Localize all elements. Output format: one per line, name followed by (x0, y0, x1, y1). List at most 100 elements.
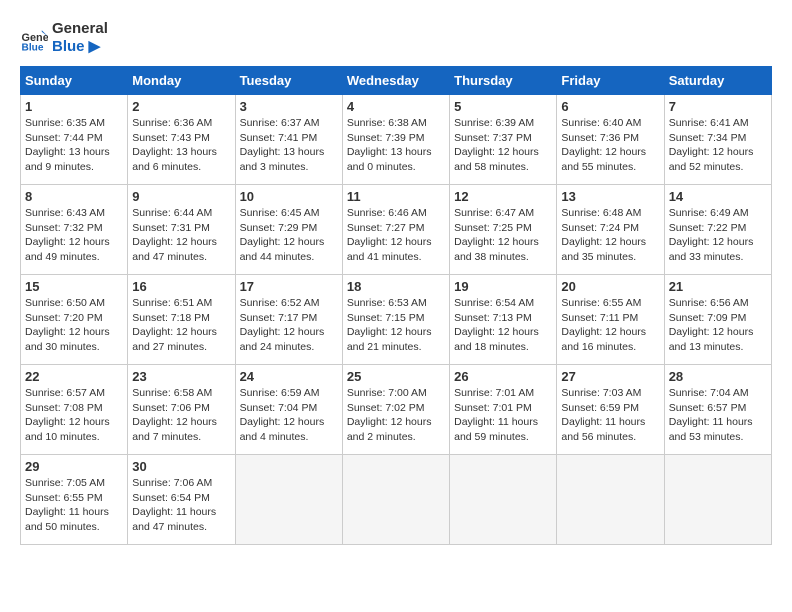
calendar-cell: 2 Sunrise: 6:36 AM Sunset: 7:43 PM Dayli… (128, 95, 235, 185)
weekday-header: Tuesday (235, 67, 342, 95)
day-number: 23 (132, 369, 230, 384)
weekday-header: Saturday (664, 67, 771, 95)
calendar-table: SundayMondayTuesdayWednesdayThursdayFrid… (20, 66, 772, 545)
calendar-cell: 4 Sunrise: 6:38 AM Sunset: 7:39 PM Dayli… (342, 95, 449, 185)
calendar-cell: 23 Sunrise: 6:58 AM Sunset: 7:06 PM Dayl… (128, 365, 235, 455)
day-info: Sunrise: 6:49 AM Sunset: 7:22 PM Dayligh… (669, 206, 767, 265)
logo-general: General (52, 20, 108, 38)
day-info: Sunrise: 6:53 AM Sunset: 7:15 PM Dayligh… (347, 296, 445, 355)
day-info: Sunrise: 6:46 AM Sunset: 7:27 PM Dayligh… (347, 206, 445, 265)
calendar-cell: 7 Sunrise: 6:41 AM Sunset: 7:34 PM Dayli… (664, 95, 771, 185)
calendar-week-row: 22 Sunrise: 6:57 AM Sunset: 7:08 PM Dayl… (21, 365, 772, 455)
day-info: Sunrise: 6:43 AM Sunset: 7:32 PM Dayligh… (25, 206, 123, 265)
calendar-cell: 3 Sunrise: 6:37 AM Sunset: 7:41 PM Dayli… (235, 95, 342, 185)
calendar-cell: 19 Sunrise: 6:54 AM Sunset: 7:13 PM Dayl… (450, 275, 557, 365)
calendar-cell (664, 455, 771, 545)
calendar-cell: 27 Sunrise: 7:03 AM Sunset: 6:59 PM Dayl… (557, 365, 664, 455)
day-number: 17 (240, 279, 338, 294)
calendar-cell (342, 455, 449, 545)
calendar-cell: 28 Sunrise: 7:04 AM Sunset: 6:57 PM Dayl… (664, 365, 771, 455)
day-info: Sunrise: 6:41 AM Sunset: 7:34 PM Dayligh… (669, 116, 767, 175)
day-number: 4 (347, 99, 445, 114)
calendar-cell: 16 Sunrise: 6:51 AM Sunset: 7:18 PM Dayl… (128, 275, 235, 365)
day-number: 14 (669, 189, 767, 204)
calendar-header: SundayMondayTuesdayWednesdayThursdayFrid… (21, 67, 772, 95)
calendar-cell (450, 455, 557, 545)
calendar-cell: 6 Sunrise: 6:40 AM Sunset: 7:36 PM Dayli… (557, 95, 664, 185)
day-number: 28 (669, 369, 767, 384)
day-number: 13 (561, 189, 659, 204)
calendar-cell: 12 Sunrise: 6:47 AM Sunset: 7:25 PM Dayl… (450, 185, 557, 275)
weekday-header: Monday (128, 67, 235, 95)
calendar-cell: 15 Sunrise: 6:50 AM Sunset: 7:20 PM Dayl… (21, 275, 128, 365)
day-number: 5 (454, 99, 552, 114)
day-number: 26 (454, 369, 552, 384)
day-info: Sunrise: 7:03 AM Sunset: 6:59 PM Dayligh… (561, 386, 659, 445)
day-info: Sunrise: 6:57 AM Sunset: 7:08 PM Dayligh… (25, 386, 123, 445)
day-number: 25 (347, 369, 445, 384)
calendar-cell: 20 Sunrise: 6:55 AM Sunset: 7:11 PM Dayl… (557, 275, 664, 365)
logo: General Blue General Blue ▶ (20, 20, 108, 56)
calendar-cell: 17 Sunrise: 6:52 AM Sunset: 7:17 PM Dayl… (235, 275, 342, 365)
day-number: 15 (25, 279, 123, 294)
day-number: 7 (669, 99, 767, 114)
day-number: 16 (132, 279, 230, 294)
day-info: Sunrise: 6:52 AM Sunset: 7:17 PM Dayligh… (240, 296, 338, 355)
day-number: 8 (25, 189, 123, 204)
day-number: 9 (132, 189, 230, 204)
day-number: 22 (25, 369, 123, 384)
day-info: Sunrise: 6:40 AM Sunset: 7:36 PM Dayligh… (561, 116, 659, 175)
calendar-cell: 1 Sunrise: 6:35 AM Sunset: 7:44 PM Dayli… (21, 95, 128, 185)
day-info: Sunrise: 7:04 AM Sunset: 6:57 PM Dayligh… (669, 386, 767, 445)
day-info: Sunrise: 7:01 AM Sunset: 7:01 PM Dayligh… (454, 386, 552, 445)
day-info: Sunrise: 6:39 AM Sunset: 7:37 PM Dayligh… (454, 116, 552, 175)
calendar-cell: 21 Sunrise: 6:56 AM Sunset: 7:09 PM Dayl… (664, 275, 771, 365)
day-number: 1 (25, 99, 123, 114)
calendar-cell (557, 455, 664, 545)
day-number: 29 (25, 459, 123, 474)
calendar-cell: 29 Sunrise: 7:05 AM Sunset: 6:55 PM Dayl… (21, 455, 128, 545)
weekday-header: Sunday (21, 67, 128, 95)
day-info: Sunrise: 6:36 AM Sunset: 7:43 PM Dayligh… (132, 116, 230, 175)
calendar-week-row: 8 Sunrise: 6:43 AM Sunset: 7:32 PM Dayli… (21, 185, 772, 275)
day-number: 20 (561, 279, 659, 294)
calendar-cell: 18 Sunrise: 6:53 AM Sunset: 7:15 PM Dayl… (342, 275, 449, 365)
calendar-cell: 11 Sunrise: 6:46 AM Sunset: 7:27 PM Dayl… (342, 185, 449, 275)
day-number: 11 (347, 189, 445, 204)
day-number: 27 (561, 369, 659, 384)
logo-blue: Blue ▶ (52, 38, 108, 56)
day-number: 10 (240, 189, 338, 204)
day-info: Sunrise: 6:48 AM Sunset: 7:24 PM Dayligh… (561, 206, 659, 265)
calendar-week-row: 1 Sunrise: 6:35 AM Sunset: 7:44 PM Dayli… (21, 95, 772, 185)
day-info: Sunrise: 6:37 AM Sunset: 7:41 PM Dayligh… (240, 116, 338, 175)
calendar-cell: 24 Sunrise: 6:59 AM Sunset: 7:04 PM Dayl… (235, 365, 342, 455)
day-info: Sunrise: 6:51 AM Sunset: 7:18 PM Dayligh… (132, 296, 230, 355)
day-number: 2 (132, 99, 230, 114)
weekday-header: Friday (557, 67, 664, 95)
day-info: Sunrise: 6:35 AM Sunset: 7:44 PM Dayligh… (25, 116, 123, 175)
weekday-header: Wednesday (342, 67, 449, 95)
calendar-cell: 10 Sunrise: 6:45 AM Sunset: 7:29 PM Dayl… (235, 185, 342, 275)
day-info: Sunrise: 6:56 AM Sunset: 7:09 PM Dayligh… (669, 296, 767, 355)
day-number: 21 (669, 279, 767, 294)
day-info: Sunrise: 6:38 AM Sunset: 7:39 PM Dayligh… (347, 116, 445, 175)
calendar-cell: 26 Sunrise: 7:01 AM Sunset: 7:01 PM Dayl… (450, 365, 557, 455)
day-info: Sunrise: 6:58 AM Sunset: 7:06 PM Dayligh… (132, 386, 230, 445)
day-info: Sunrise: 6:54 AM Sunset: 7:13 PM Dayligh… (454, 296, 552, 355)
day-info: Sunrise: 7:05 AM Sunset: 6:55 PM Dayligh… (25, 476, 123, 535)
day-info: Sunrise: 6:47 AM Sunset: 7:25 PM Dayligh… (454, 206, 552, 265)
day-number: 6 (561, 99, 659, 114)
weekday-header: Thursday (450, 67, 557, 95)
calendar-cell: 14 Sunrise: 6:49 AM Sunset: 7:22 PM Dayl… (664, 185, 771, 275)
day-number: 30 (132, 459, 230, 474)
day-info: Sunrise: 6:44 AM Sunset: 7:31 PM Dayligh… (132, 206, 230, 265)
day-info: Sunrise: 7:06 AM Sunset: 6:54 PM Dayligh… (132, 476, 230, 535)
calendar-week-row: 15 Sunrise: 6:50 AM Sunset: 7:20 PM Dayl… (21, 275, 772, 365)
day-info: Sunrise: 6:50 AM Sunset: 7:20 PM Dayligh… (25, 296, 123, 355)
day-number: 3 (240, 99, 338, 114)
calendar-cell: 22 Sunrise: 6:57 AM Sunset: 7:08 PM Dayl… (21, 365, 128, 455)
day-info: Sunrise: 6:45 AM Sunset: 7:29 PM Dayligh… (240, 206, 338, 265)
calendar-cell: 9 Sunrise: 6:44 AM Sunset: 7:31 PM Dayli… (128, 185, 235, 275)
calendar-cell: 30 Sunrise: 7:06 AM Sunset: 6:54 PM Dayl… (128, 455, 235, 545)
calendar-cell: 5 Sunrise: 6:39 AM Sunset: 7:37 PM Dayli… (450, 95, 557, 185)
